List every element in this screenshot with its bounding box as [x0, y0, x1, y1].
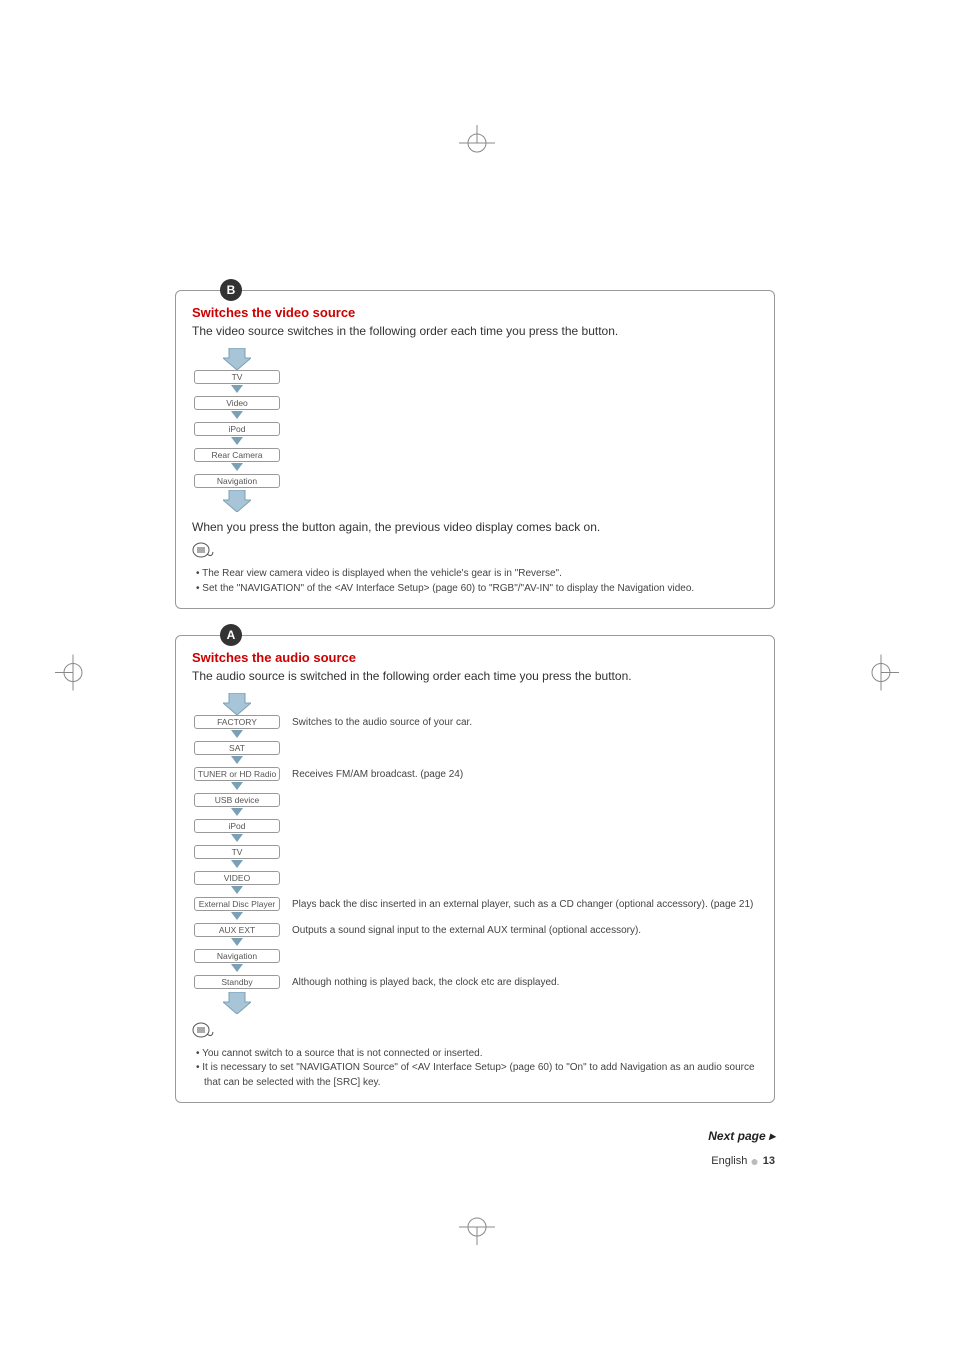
crop-mark-top	[459, 125, 495, 166]
flow-row: Standby Although nothing is played back, …	[192, 975, 758, 990]
section-video-source: B Switches the video source The video so…	[175, 290, 775, 609]
chevron-down-icon	[231, 782, 243, 792]
chevron-down-icon	[231, 912, 243, 922]
flow-row: TV	[192, 845, 758, 871]
flow-arrow-out-icon	[223, 992, 251, 1014]
flow-item: External Disc Player	[194, 897, 280, 911]
flow-item: SAT	[194, 741, 280, 755]
flow-arrow-in-icon	[223, 693, 251, 715]
flow-item: USB device	[194, 793, 280, 807]
note-icon	[192, 542, 214, 563]
flow-row: AUX EXT Outputs a sound signal input to t…	[192, 923, 758, 949]
section-a-title: Switches the audio source	[192, 650, 758, 665]
flow-item: FACTORY	[194, 715, 280, 729]
note-icon	[192, 1022, 214, 1043]
flow-item: Standby	[194, 975, 280, 989]
flow-desc: Plays back the disc inserted in an exter…	[292, 897, 758, 912]
flow-row: USB device	[192, 793, 758, 819]
flow-desc: Outputs a sound signal input to the exte…	[292, 923, 758, 938]
section-b-notes: The Rear view camera video is displayed …	[192, 567, 758, 596]
section-b-title: Switches the video source	[192, 305, 758, 320]
chevron-down-icon	[231, 938, 243, 948]
flow-item: iPod	[194, 819, 280, 833]
flow-item: iPod	[194, 422, 280, 436]
footer-page-number: 13	[763, 1155, 775, 1167]
chevron-down-icon	[231, 964, 243, 974]
flow-desc	[292, 949, 758, 950]
flow-row: TUNER or HD Radio Receives FM/AM broadcas…	[192, 767, 758, 793]
chevron-down-icon	[231, 834, 243, 844]
flow-row: External Disc Player Plays back the disc …	[192, 897, 758, 923]
chevron-right-icon: ▸	[769, 1129, 775, 1143]
flow-b: TV Video iPod Rear Camera Navigation	[192, 348, 758, 512]
flow-item: VIDEO	[194, 871, 280, 885]
chevron-down-icon	[231, 411, 243, 421]
flow-desc: Switches to the audio source of your car…	[292, 715, 758, 730]
flow-row: iPod	[192, 819, 758, 845]
page-content: B Switches the video source The video so…	[175, 290, 775, 1169]
flow-a: FACTORY Switches to the audio source of y…	[192, 693, 758, 1014]
note-item: Set the "NAVIGATION" of the <AV Interfac…	[196, 582, 758, 597]
footer-language: English	[711, 1155, 747, 1167]
flow-item: TV	[194, 370, 280, 384]
next-page-link: Next page ▸	[175, 1129, 775, 1143]
flow-desc	[292, 845, 758, 846]
flow-arrow-out-icon	[223, 490, 251, 512]
badge-a: A	[220, 624, 242, 646]
flow-desc: Receives FM/AM broadcast. (page 24)	[292, 767, 758, 782]
flow-item: Navigation	[194, 949, 280, 963]
section-a-subtitle: The audio source is switched in the foll…	[192, 669, 758, 683]
note-item: It is necessary to set "NAVIGATION Sourc…	[196, 1061, 758, 1090]
flow-item: AUX EXT	[194, 923, 280, 937]
flow-desc	[292, 741, 758, 742]
flow-item: TUNER or HD Radio	[194, 767, 280, 781]
flow-item: Rear Camera	[194, 448, 280, 462]
flow-desc	[292, 793, 758, 794]
chevron-down-icon	[231, 886, 243, 896]
chevron-down-icon	[231, 808, 243, 818]
flow-desc: Although nothing is played back, the clo…	[292, 975, 758, 990]
flow-desc	[292, 819, 758, 820]
section-b-subtitle: The video source switches in the followi…	[192, 324, 758, 338]
badge-b: B	[220, 279, 242, 301]
flow-item: TV	[194, 845, 280, 859]
chevron-down-icon	[231, 385, 243, 395]
crop-mark-bottom	[459, 1209, 495, 1250]
chevron-down-icon	[231, 860, 243, 870]
page-footer: English ● 13	[175, 1153, 775, 1169]
flow-row: SAT	[192, 741, 758, 767]
flow-row: FACTORY Switches to the audio source of y…	[192, 715, 758, 741]
section-b-aftertext: When you press the button again, the pre…	[192, 520, 758, 534]
chevron-down-icon	[231, 463, 243, 473]
footer-dot-icon: ●	[750, 1153, 762, 1169]
flow-desc	[292, 871, 758, 872]
flow-row: Navigation	[192, 949, 758, 975]
flow-arrow-in-icon	[223, 348, 251, 370]
section-audio-source: A Switches the audio source The audio so…	[175, 635, 775, 1103]
crop-mark-right	[863, 655, 899, 696]
note-item: You cannot switch to a source that is no…	[196, 1047, 758, 1062]
crop-mark-left	[55, 655, 91, 696]
flow-item: Navigation	[194, 474, 280, 488]
chevron-down-icon	[231, 756, 243, 766]
flow-item: Video	[194, 396, 280, 410]
section-a-notes: You cannot switch to a source that is no…	[192, 1047, 758, 1091]
note-item: The Rear view camera video is displayed …	[196, 567, 758, 582]
chevron-down-icon	[231, 730, 243, 740]
chevron-down-icon	[231, 437, 243, 447]
flow-row: VIDEO	[192, 871, 758, 897]
